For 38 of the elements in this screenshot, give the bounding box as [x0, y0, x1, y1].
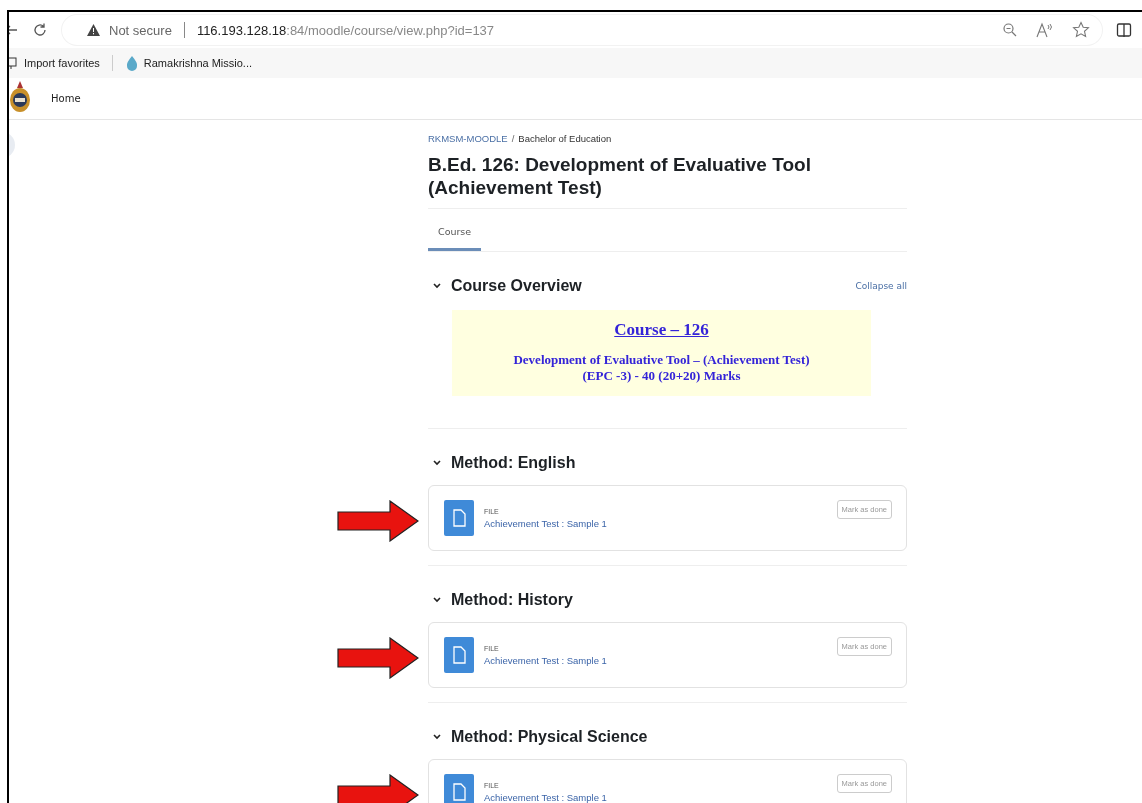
logo-icon[interactable]: [9, 79, 31, 114]
page-title: B.Ed. 126: Development of Evaluative Tool (Achievement Test): [428, 153, 907, 209]
read-aloud-icon[interactable]: [1036, 22, 1054, 38]
bookmark[interactable]: Ramakrishna Missio...: [124, 55, 252, 71]
section-title[interactable]: Course Overview: [451, 277, 582, 295]
security-label: Not secure: [109, 22, 172, 38]
reload-icon[interactable]: [32, 22, 48, 38]
file-icon[interactable]: [444, 500, 474, 536]
section-title[interactable]: Method: History: [451, 591, 573, 609]
chevron-down-icon[interactable]: [432, 458, 442, 468]
chevron-down-icon[interactable]: [432, 281, 442, 291]
activity-link[interactable]: Achievement Test : Sample 1: [484, 517, 607, 529]
chevron-down-icon[interactable]: [432, 595, 442, 605]
banner-heading[interactable]: Course – 126: [614, 320, 709, 340]
zoom-out-icon[interactable]: [1002, 22, 1018, 38]
warning-icon: [86, 23, 101, 37]
nav-link[interactable]: Home: [51, 93, 81, 104]
file-icon[interactable]: [444, 637, 474, 673]
url-text: 116.193.128.18:84/moodle/course/view.php?id=137: [196, 22, 495, 38]
drop-icon: [124, 55, 139, 71]
collapse-all-link[interactable]: Collapse all: [855, 281, 907, 291]
banner-text: Development of Evaluative Tool – (Achievement Test): [512, 352, 811, 368]
import-icon: [9, 56, 19, 70]
file-icon[interactable]: [444, 774, 474, 803]
tab[interactable]: Course: [428, 217, 482, 251]
star-icon[interactable]: [1072, 21, 1090, 39]
chevron-down-icon[interactable]: [432, 732, 442, 742]
address-bar[interactable]: Not secure 116.193.128.18:84/moodle/course/view.php?id=137: [62, 15, 1102, 45]
banner-text: (EPC -3) - 40 (20+20) Marks: [581, 368, 742, 384]
breadcrumb-separator: /: [511, 133, 515, 144]
breadcrumb-link[interactable]: Bachelor of Education: [518, 133, 612, 144]
split-screen-icon[interactable]: [1116, 22, 1132, 38]
breadcrumb-link[interactable]: RKMSM-MOODLE: [428, 133, 508, 144]
activity-link[interactable]: Achievement Test : Sample 1: [484, 654, 607, 666]
section-title[interactable]: Method: English: [451, 454, 576, 472]
section-title[interactable]: Method: Physical Science: [451, 728, 648, 746]
activity-link[interactable]: Achievement Test : Sample 1: [484, 791, 607, 803]
bookmark[interactable]: Import favorites: [9, 56, 100, 70]
